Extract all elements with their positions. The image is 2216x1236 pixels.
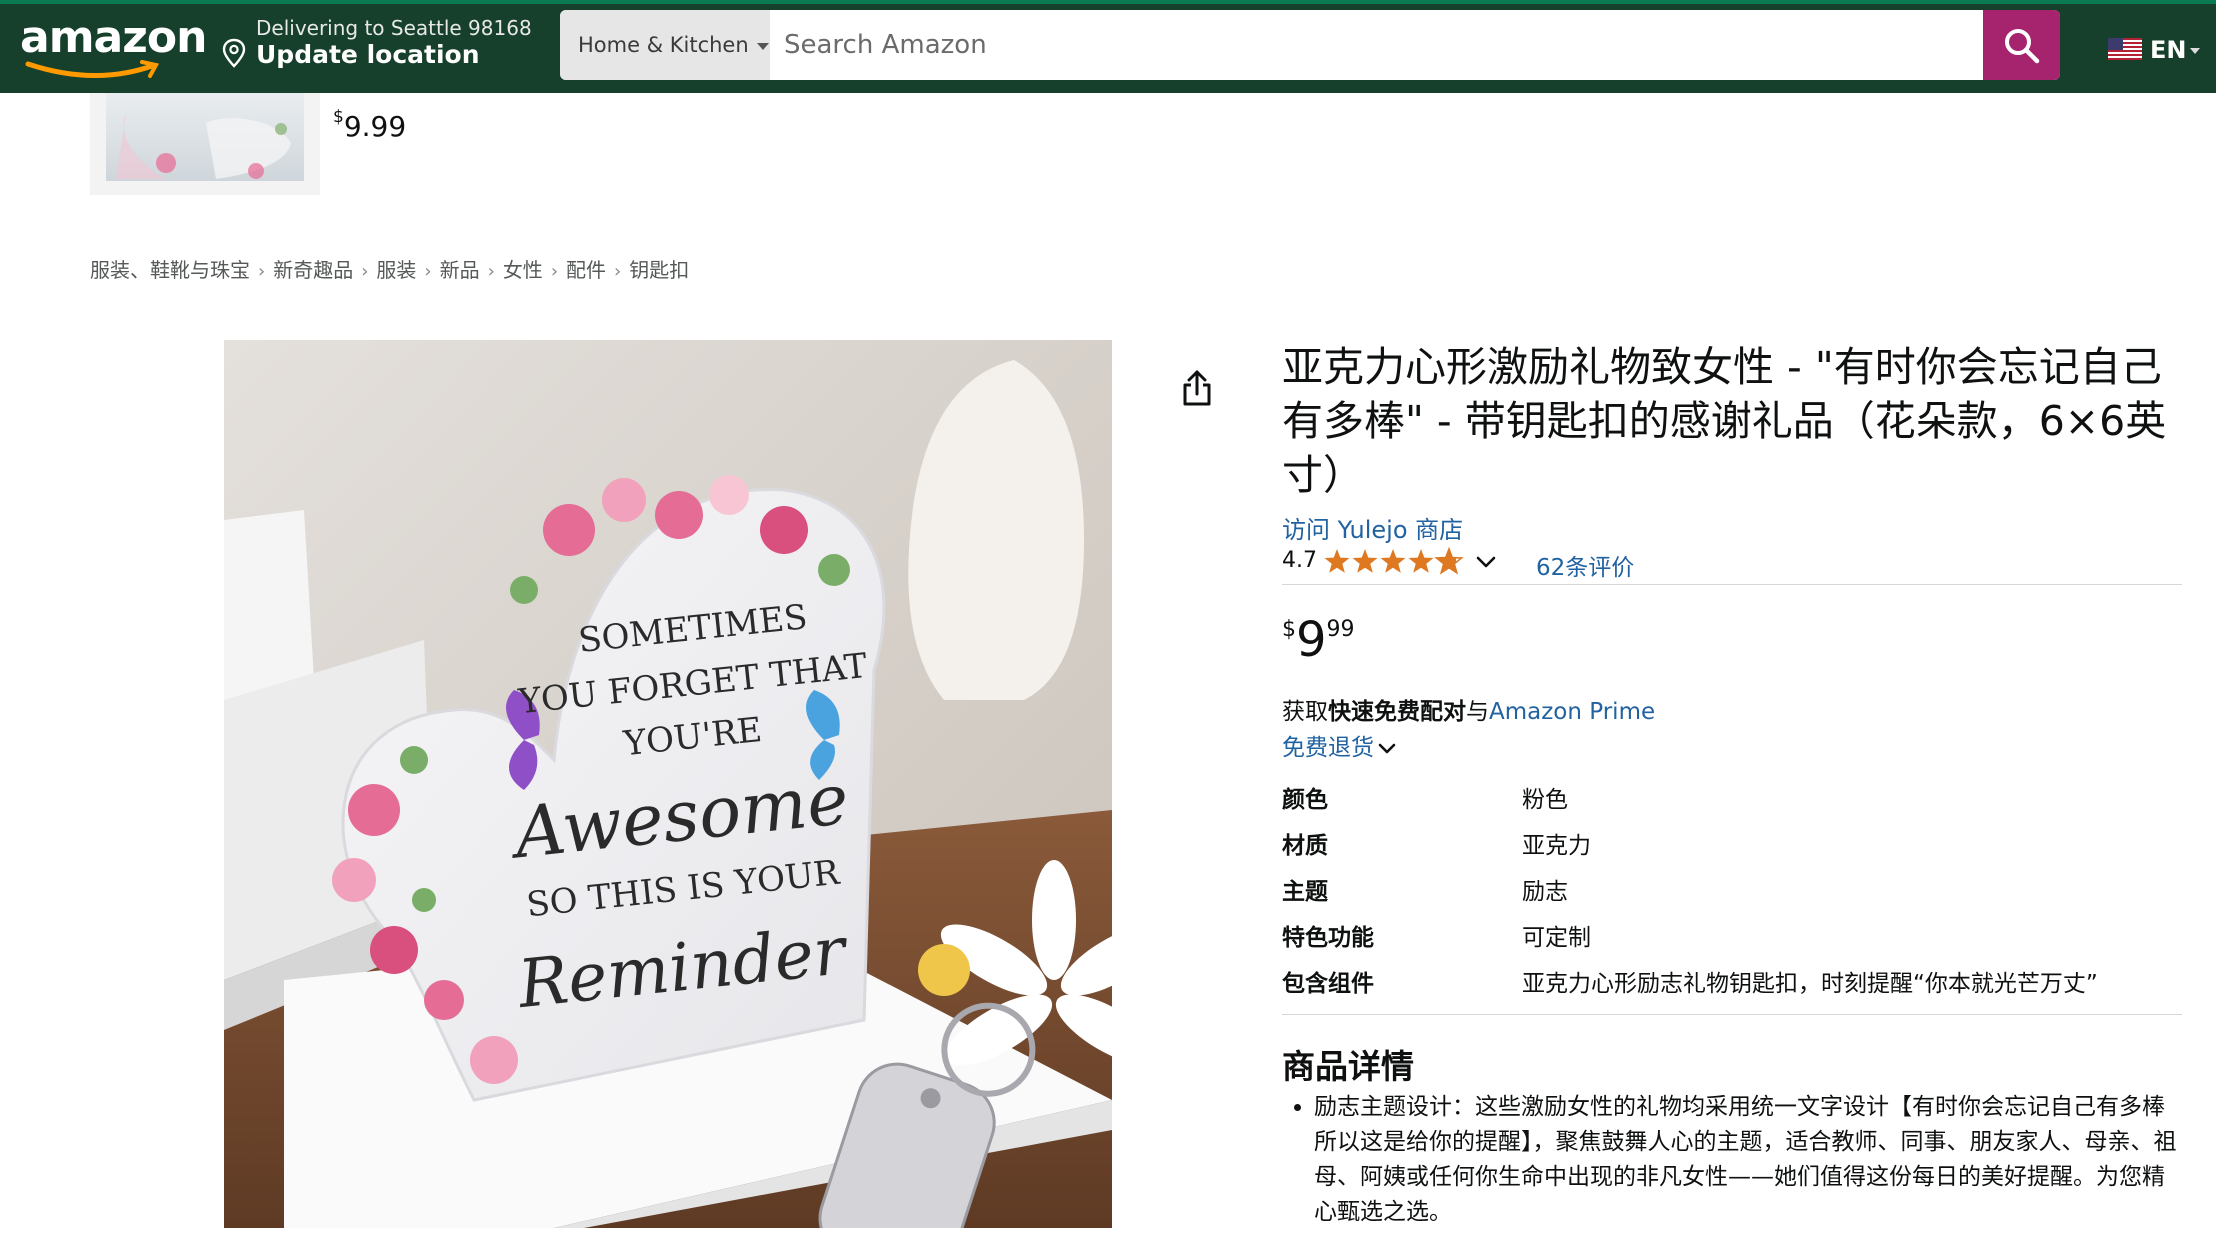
breadcrumb-separator: › [424, 261, 432, 282]
breadcrumb-item[interactable]: 女性 [503, 258, 543, 282]
attribute-value: 可定制 [1522, 925, 1591, 951]
us-flag-icon [2108, 38, 2142, 60]
product-title: 亚克力心形激励礼物致女性 - "有时你会忘记自己有多棒" - 带钥匙扣的感谢礼品… [1282, 343, 2167, 499]
product-price: $999 [1282, 612, 1355, 668]
shipping-info: 获取快速免费配对与Amazon Prime [1282, 692, 1655, 726]
delivery-line-2: Update location [256, 40, 480, 69]
language-selector[interactable]: EN [2108, 36, 2201, 64]
attribute-row: 特色功能 可定制 [1282, 918, 2182, 964]
attribute-value: 粉色 [1522, 787, 1568, 813]
list-item: 励志主题设计：这些激励女性的礼物均采用统一文字设计【有时你会忘记自己有多棒 所以… [1314, 1090, 2182, 1230]
breadcrumb-separator: › [361, 261, 369, 282]
search-input[interactable] [770, 10, 1983, 80]
breadcrumb-separator: › [614, 261, 622, 282]
search-button[interactable] [1983, 10, 2060, 80]
shipping-mid: 与 [1466, 699, 1489, 725]
price-fraction: 99 [1326, 617, 1355, 642]
divider [1282, 1014, 2182, 1015]
breadcrumb-item[interactable]: 新品 [440, 258, 480, 282]
breadcrumb-item[interactable]: 服装 [376, 258, 416, 282]
share-icon[interactable] [1180, 368, 1214, 408]
location-pin-icon [222, 38, 246, 68]
mini-product-image [106, 93, 304, 181]
breadcrumb: 服装、鞋靴与珠宝 › 新奇趣品 › 服装 › 新品 › 女性 › 配件 › 钥匙扣 [90, 254, 689, 283]
breadcrumb-item[interactable]: 服装、鞋靴与珠宝 [90, 258, 250, 282]
review-count-link[interactable]: 62条评价 [1536, 548, 1634, 582]
amazon-logo[interactable]: amazon [20, 12, 207, 63]
rating-value: 4.7 [1282, 548, 1317, 573]
search-icon [2005, 29, 2040, 64]
delivery-line-1: Delivering to Seattle 98168 [256, 16, 532, 40]
caret-down-icon [756, 42, 769, 50]
product-details-list: 励志主题设计：这些激励女性的礼物均采用统一文字设计【有时你会忘记自己有多棒 所以… [1282, 1090, 2182, 1230]
chevron-down-icon [1378, 743, 1396, 753]
main-product-image[interactable]: SOMETIMES YOU FORGET THAT YOU'RE Awesome… [224, 340, 1112, 1228]
price-whole: 9 [1296, 612, 1327, 668]
attribute-value: 励志 [1522, 879, 1568, 905]
mini-price-value: 9.99 [343, 110, 407, 143]
attribute-key: 颜色 [1282, 787, 1328, 813]
attribute-row: 主题 励志 [1282, 872, 2182, 918]
chevron-down-icon[interactable] [1474, 554, 1498, 572]
top-navigation-bar: amazon Delivering to Seattle 98168 Updat… [0, 0, 2216, 93]
product-attributes-table: 颜色 粉色 材质 亚克力 主题 励志 特色功能 可定制 包含组件 亚克力心形励志… [1282, 780, 2182, 1010]
attribute-row: 材质 亚克力 [1282, 826, 2182, 872]
amazon-prime-link[interactable]: Amazon Prime [1489, 699, 1655, 725]
attribute-key: 主题 [1282, 879, 1328, 905]
search-department-label: Home & Kitchen [578, 33, 749, 57]
mini-price-currency: $ [333, 106, 344, 127]
price-currency: $ [1282, 617, 1296, 642]
amazon-smile-icon [25, 60, 160, 78]
language-label: EN [2150, 36, 2187, 64]
breadcrumb-separator: › [258, 261, 266, 282]
attribute-value: 亚克力 [1522, 833, 1591, 859]
attribute-row: 包含组件 亚克力心形励志礼物钥匙扣，时刻提醒“你本就光芒万丈” [1282, 964, 2182, 1010]
caret-down-icon [2190, 48, 2201, 54]
divider [1282, 584, 2182, 585]
attribute-key: 材质 [1282, 833, 1328, 859]
mini-product-thumbnail[interactable] [90, 93, 320, 195]
product-details-heading: 商品详情 [1282, 1047, 1414, 1086]
shipping-bold: 快速免费配对 [1328, 699, 1466, 725]
free-returns-toggle[interactable]: 免费退货 [1282, 728, 1398, 762]
breadcrumb-item[interactable]: 新奇趣品 [273, 258, 353, 282]
attribute-value: 亚克力心形励志礼物钥匙扣，时刻提醒“你本就光芒万丈” [1522, 971, 2098, 997]
attribute-key: 特色功能 [1282, 925, 1374, 951]
search-department-dropdown[interactable]: Home & Kitchen [560, 10, 770, 80]
attribute-key: 包含组件 [1282, 971, 1374, 997]
breadcrumb-item[interactable]: 配件 [566, 258, 606, 282]
search-bar: Home & Kitchen [560, 10, 2060, 80]
breadcrumb-separator: › [487, 261, 495, 282]
attribute-row: 颜色 粉色 [1282, 780, 2182, 826]
visit-store-link[interactable]: 访问 Yulejo 商店 [1282, 510, 1463, 545]
breadcrumb-separator: › [550, 261, 559, 282]
free-returns-label: 免费退货 [1282, 735, 1374, 761]
star-rating-icon[interactable] [1324, 546, 1466, 576]
mini-product-price: $9.99 [333, 106, 407, 143]
breadcrumb-item[interactable]: 钥匙扣 [629, 258, 689, 282]
shipping-prefix: 获取 [1282, 699, 1328, 725]
